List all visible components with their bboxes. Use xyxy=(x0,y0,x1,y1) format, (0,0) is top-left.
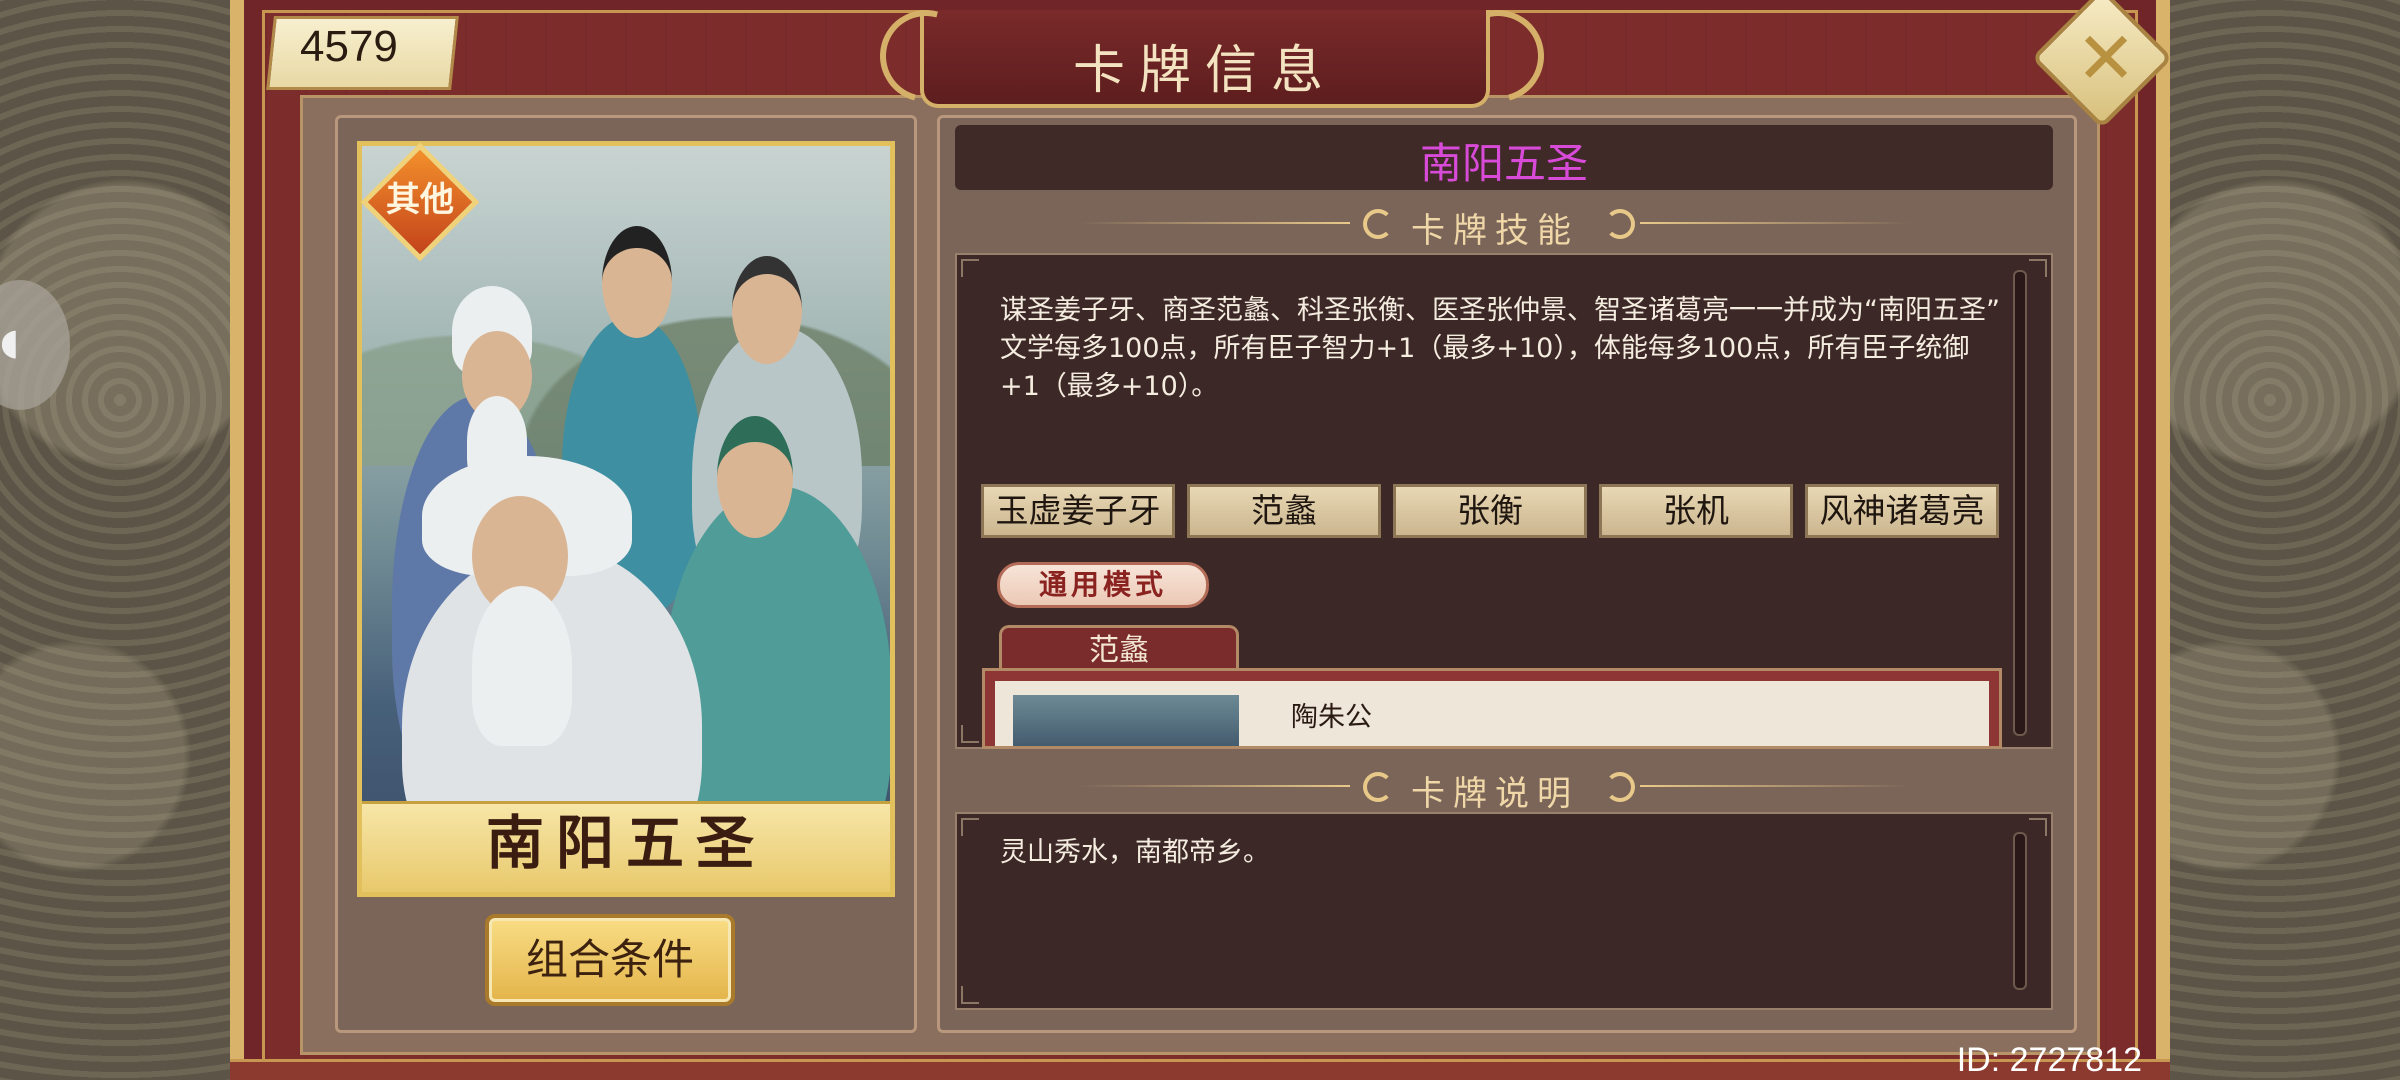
background-pattern-right xyxy=(2150,0,2400,1080)
desc-section-title: 卡牌说明 xyxy=(1411,774,1579,814)
corner-ornament xyxy=(2029,259,2047,277)
skill-description: 谋圣姜子牙、商圣范蠡、科圣张衡、医圣张仲景、智圣诸葛亮一一并成为“南阳五圣” 文… xyxy=(1000,295,2000,402)
card-artwork: 南阳五圣 xyxy=(357,141,895,897)
background-pattern-left xyxy=(0,0,250,1080)
skills-section-title: 卡牌技能 xyxy=(1411,211,1579,251)
skills-section-header: 卡牌技能 xyxy=(1080,203,1910,251)
corner-ornament xyxy=(961,818,979,836)
member-button-zhugeliang[interactable]: 风神诸葛亮 xyxy=(1805,484,1999,538)
description-scrollbar[interactable] xyxy=(2013,832,2027,990)
player-id: ID: 2727812 xyxy=(1956,1041,2142,1079)
window-bottom-strip xyxy=(230,1059,2170,1080)
close-icon[interactable]: ✕ xyxy=(2060,12,2152,104)
card-name: 南阳五圣 xyxy=(485,809,766,877)
corner-ornament xyxy=(2029,818,2047,836)
card-description: 灵山秀水，南都帝乡。 xyxy=(1000,837,1270,868)
member-button-jiangziya[interactable]: 玉虚姜子牙 xyxy=(981,484,1175,538)
skills-scrollbar[interactable] xyxy=(2013,270,2027,736)
tab-fanli[interactable]: 范蠡 xyxy=(999,625,1239,673)
figure-beard-5 xyxy=(472,586,572,746)
figure-head-2 xyxy=(602,226,672,338)
item-thumbnail xyxy=(1013,695,1239,746)
figure-head-4 xyxy=(717,416,793,538)
combo-conditions-button[interactable]: 组合条件 xyxy=(485,914,735,1006)
mode-tag: 通用模式 xyxy=(997,562,1209,608)
tab-content-inner: 陶朱公 xyxy=(995,681,1989,746)
member-button-fanli[interactable]: 范蠡 xyxy=(1187,484,1381,538)
corner-ornament xyxy=(961,986,979,1004)
tab-content: 陶朱公 xyxy=(982,668,2002,749)
member-button-zhangji[interactable]: 张机 xyxy=(1599,484,1793,538)
item-name: 陶朱公 xyxy=(1291,702,1372,733)
corner-ornament xyxy=(961,259,979,277)
page-title: 卡牌信息 xyxy=(1072,41,1337,101)
desc-section-header: 卡牌说明 xyxy=(1080,766,1910,814)
drawer-icon[interactable]: ◖ xyxy=(0,322,19,363)
corner-ornament xyxy=(961,725,979,743)
figure-head-3 xyxy=(732,256,802,364)
card-title: 南阳五圣 xyxy=(1419,139,1588,188)
score-value: 4579 xyxy=(300,22,398,71)
card-category-label: 其他 xyxy=(386,180,454,220)
member-button-zhangheng[interactable]: 张衡 xyxy=(1393,484,1587,538)
